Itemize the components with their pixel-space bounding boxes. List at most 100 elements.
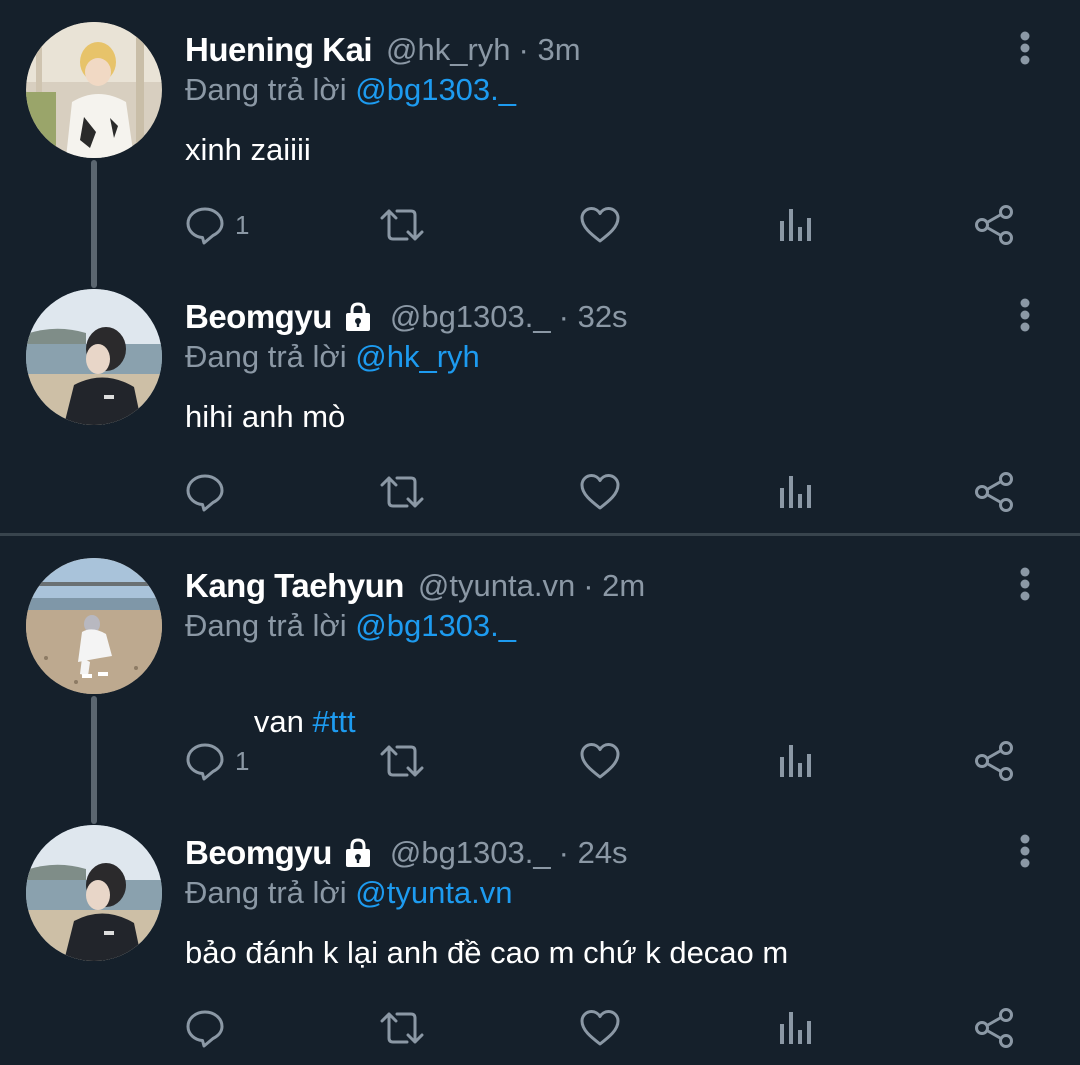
replying-to-label: Đang trả lời	[185, 875, 347, 910]
avatar[interactable]	[26, 558, 162, 694]
more-vertical-icon	[1020, 31, 1030, 65]
retweet-button[interactable]	[379, 1003, 425, 1053]
mention-link[interactable]: @tyunta.vn	[355, 875, 512, 910]
lock-icon	[345, 838, 370, 867]
avatar[interactable]	[26, 825, 162, 961]
reply-button[interactable]: 1	[185, 736, 249, 786]
replying-to: Đang trả lời @bg1303._	[185, 72, 516, 108]
more-options-button[interactable]	[1008, 28, 1042, 68]
display-name[interactable]: Kang Taehyun	[185, 567, 404, 605]
timestamp[interactable]: · 24s	[559, 835, 628, 871]
reply-button[interactable]	[185, 467, 235, 517]
retweet-icon	[380, 476, 424, 508]
tweet-header: Beomgyu @bg1303._ · 24s	[185, 827, 628, 879]
more-options-button[interactable]	[1008, 295, 1042, 335]
reply-icon	[186, 207, 224, 245]
analytics-icon	[780, 1012, 811, 1044]
lock-icon	[345, 302, 370, 331]
avatar-image	[26, 558, 162, 694]
hashtag-link[interactable]: #ttt	[313, 704, 356, 739]
retweet-icon	[380, 745, 424, 777]
avatar-image	[26, 825, 162, 961]
tweet[interactable]: Beomgyu @bg1303._ · 32s Đang trả lời @hk…	[0, 267, 1080, 533]
tweet-actions: 1	[185, 200, 1025, 250]
like-button[interactable]	[579, 467, 621, 517]
avatar[interactable]	[26, 22, 162, 158]
timestamp[interactable]: · 32s	[559, 299, 628, 335]
conversation-thread: Huening Kai @hk_ryh · 3m Đang trả lời @b…	[0, 0, 1080, 533]
reply-button[interactable]	[185, 1003, 235, 1053]
heart-icon	[580, 474, 620, 510]
display-name[interactable]: Beomgyu	[185, 834, 332, 872]
share-button[interactable]	[973, 200, 1015, 250]
mention-link[interactable]: @bg1303._	[355, 72, 516, 107]
tweet-text: xinh zaiiii	[185, 132, 311, 168]
handle[interactable]: @bg1303._	[390, 299, 551, 335]
mention-link[interactable]: @hk_ryh	[355, 339, 480, 374]
replying-to: Đang trả lời @tyunta.vn	[185, 875, 513, 911]
tweet-header: Huening Kai @hk_ryh · 3m	[185, 24, 581, 76]
replying-to: Đang trả lời @hk_ryh	[185, 339, 480, 375]
more-vertical-icon	[1020, 834, 1030, 868]
reply-count: 1	[235, 209, 250, 240]
like-button[interactable]	[579, 736, 621, 786]
analytics-icon	[780, 209, 811, 241]
handle[interactable]: @bg1303._	[390, 835, 551, 871]
tweet-text-content: bảo đánh k lại anh đề cao m chứ k decao …	[185, 935, 789, 970]
share-icon	[975, 1008, 1013, 1048]
reply-icon	[186, 474, 224, 512]
share-button[interactable]	[973, 736, 1015, 786]
share-icon	[975, 205, 1013, 245]
avatar-image	[26, 22, 162, 158]
view-analytics-button[interactable]	[778, 200, 814, 250]
timestamp[interactable]: · 3m	[519, 32, 581, 68]
reply-icon	[186, 1010, 224, 1048]
tweet[interactable]: Huening Kai @hk_ryh · 3m Đang trả lời @b…	[0, 0, 1080, 288]
replying-to-label: Đang trả lời	[185, 339, 347, 374]
tweet-actions	[185, 467, 1025, 517]
conversation-thread: Kang Taehyun @tyunta.vn · 2m Đang trả lờ…	[0, 536, 1080, 1065]
display-name[interactable]: Beomgyu	[185, 298, 332, 336]
analytics-icon	[780, 476, 811, 508]
tweet-text-content: hihi anh mò	[185, 399, 346, 434]
handle[interactable]: @hk_ryh	[386, 32, 511, 68]
timeline-feed: Huening Kai @hk_ryh · 3m Đang trả lời @b…	[0, 0, 1080, 1065]
reply-icon	[186, 743, 224, 781]
tweet-header: Kang Taehyun @tyunta.vn · 2m	[185, 560, 645, 612]
tweet-text-content: xinh zaiiii	[185, 132, 311, 167]
heart-icon	[580, 207, 620, 243]
retweet-button[interactable]	[379, 200, 425, 250]
reply-button[interactable]: 1	[185, 200, 249, 250]
handle[interactable]: @tyunta.vn	[418, 568, 575, 604]
like-button[interactable]	[579, 1003, 621, 1053]
heart-icon	[580, 1010, 620, 1046]
view-analytics-button[interactable]	[778, 736, 814, 786]
display-name[interactable]: Huening Kai	[185, 31, 373, 69]
tweet[interactable]: Kang Taehyun @tyunta.vn · 2m Đang trả lờ…	[0, 536, 1080, 824]
tweet-text: hihi anh mò	[185, 399, 345, 435]
retweet-icon	[380, 1012, 424, 1044]
more-options-button[interactable]	[1008, 831, 1042, 871]
retweet-button[interactable]	[379, 467, 425, 517]
share-button[interactable]	[973, 1003, 1015, 1053]
timestamp[interactable]: · 2m	[583, 568, 645, 604]
view-analytics-button[interactable]	[778, 1003, 814, 1053]
replying-to-label: Đang trả lời	[185, 608, 347, 643]
analytics-icon	[780, 745, 811, 777]
share-icon	[975, 472, 1013, 512]
tweet-text-content: van	[253, 704, 313, 739]
share-button[interactable]	[973, 467, 1015, 517]
replying-to-label: Đang trả lời	[185, 72, 347, 107]
tweet-text: bảo đánh k lại anh đề cao m chứ k decao …	[185, 935, 788, 971]
mention-link[interactable]: @bg1303._	[355, 608, 516, 643]
heart-icon	[580, 743, 620, 779]
more-options-button[interactable]	[1008, 564, 1042, 604]
tweet[interactable]: Beomgyu @bg1303._ · 24s Đang trả lời @ty…	[0, 803, 1080, 1065]
avatar[interactable]	[26, 289, 162, 425]
view-analytics-button[interactable]	[778, 467, 814, 517]
more-vertical-icon	[1020, 298, 1030, 332]
retweet-icon	[380, 209, 424, 241]
like-button[interactable]	[579, 200, 621, 250]
tweet-actions	[185, 1003, 1025, 1053]
retweet-button[interactable]	[379, 736, 425, 786]
